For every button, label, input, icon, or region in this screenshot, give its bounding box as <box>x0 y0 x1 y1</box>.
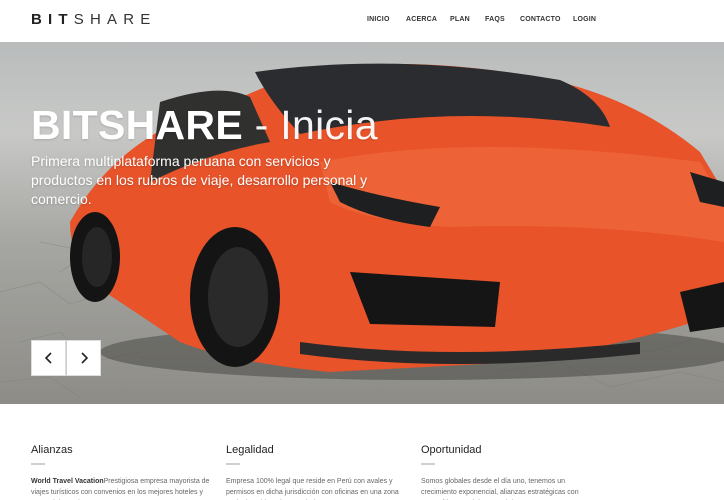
feature-body: Somos globales desde el día uno, tenemos… <box>421 478 579 496</box>
main-nav: INICIO ACERCA PLAN FAQS CONTACTO LOGIN <box>0 16 724 28</box>
feature-title: Alianzas <box>31 444 73 456</box>
feature-title: Oportunidad <box>421 444 482 456</box>
slider-controls <box>31 340 101 376</box>
nav-item-acerca[interactable]: ACERCA <box>406 16 437 23</box>
nav-item-contacto[interactable]: CONTACTO <box>520 16 561 23</box>
feature-divider <box>226 463 240 465</box>
nav-item-inicio[interactable]: INICIO <box>367 16 390 23</box>
feature-text: Empresa 100% legal que reside en Perú co… <box>226 476 406 500</box>
feature-divider <box>31 463 45 465</box>
nav-item-plan[interactable]: PLAN <box>450 16 470 23</box>
top-navbar: BITSHARE INICIO ACERCA PLAN FAQS CONTACT… <box>0 0 724 42</box>
feature-divider <box>421 463 435 465</box>
hero-title: BITSHARE - Inicia <box>31 102 378 149</box>
hero-title-brand: BITSHARE <box>31 102 243 148</box>
hero-subtitle: Primera multiplataforma peruana con serv… <box>31 153 368 207</box>
hero-title-suffix: - Inicia <box>242 102 378 148</box>
hero-background-image <box>0 63 724 398</box>
nav-item-login[interactable]: LOGIN <box>573 16 596 23</box>
feature-body: Empresa 100% legal que reside en Perú co… <box>226 478 399 496</box>
slider-prev-button[interactable] <box>31 340 66 376</box>
feature-text: Somos globales desde el día uno, tenemos… <box>421 476 601 500</box>
chevron-left-icon <box>44 352 52 364</box>
features-section: Alianzas World Travel VacationPrestigios… <box>0 404 724 500</box>
hero-slider: BITSHARE - Inicia Primera multiplataform… <box>0 42 724 404</box>
chevron-right-icon <box>80 352 88 364</box>
feature-alianzas: Alianzas World Travel VacationPrestigios… <box>31 444 211 500</box>
feature-title: Legalidad <box>226 444 274 456</box>
feature-strong: World Travel Vacation <box>31 478 104 485</box>
slider-next-button[interactable] <box>66 340 101 376</box>
nav-item-faqs[interactable]: FAQS <box>485 16 505 23</box>
feature-oportunidad: Oportunidad Somos globales desde el día … <box>421 444 601 500</box>
feature-text: World Travel VacationPrestigiosa empresa… <box>31 476 211 500</box>
feature-legalidad: Legalidad Empresa 100% legal que reside … <box>226 444 406 500</box>
